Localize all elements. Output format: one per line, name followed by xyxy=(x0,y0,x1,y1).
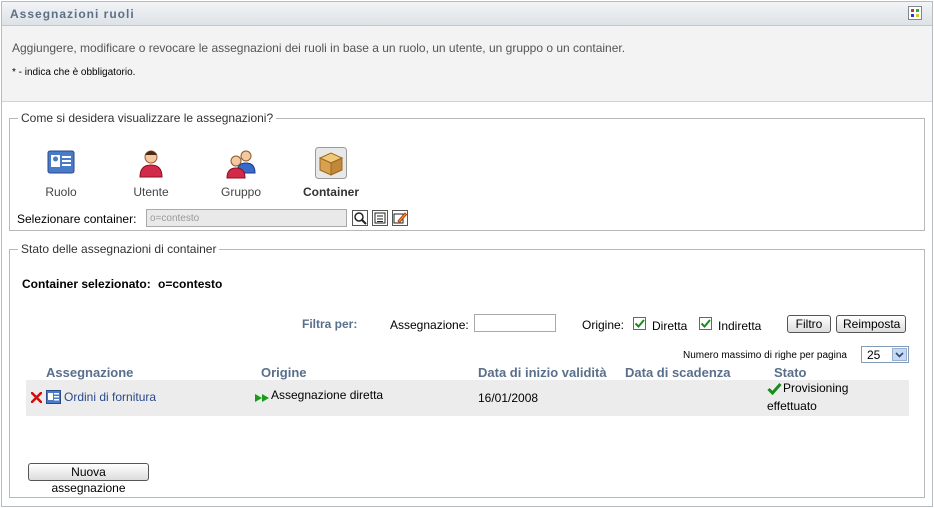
group-icon xyxy=(225,147,257,179)
start-date-value: 16/01/2008 xyxy=(478,391,539,405)
selected-container-label: Container selezionato: xyxy=(22,277,151,291)
user-icon xyxy=(135,147,167,179)
chevron-down-icon[interactable] xyxy=(892,348,907,361)
page-title: Assegnazioni ruoli xyxy=(10,7,135,21)
role-card-icon xyxy=(46,390,61,407)
indirect-label: Indiretta xyxy=(718,319,762,333)
reset-button[interactable]: Reimposta xyxy=(836,315,906,333)
column-header-end-date[interactable]: Data di scadenza xyxy=(625,365,731,380)
view-fieldset: Come si desidera visualizzare le assegna… xyxy=(9,111,925,231)
delete-icon[interactable] xyxy=(30,391,43,406)
status-fieldset: Stato delle assegnazioni di container Co… xyxy=(9,242,925,498)
column-header-assignment[interactable]: Assegnazione xyxy=(46,365,133,380)
panel-menu-icon[interactable] xyxy=(908,6,922,20)
panel-titlebar: Assegnazioni ruoli xyxy=(2,2,932,26)
direct-checkbox[interactable] xyxy=(633,317,646,330)
history-list-icon[interactable] xyxy=(372,210,388,226)
role-assignments-panel: Assegnazioni ruoli Aggiungere, modificar… xyxy=(1,1,933,507)
view-option-group[interactable]: Gruppo xyxy=(211,147,271,199)
container-box-icon xyxy=(315,147,347,179)
edit-pencil-icon[interactable] xyxy=(392,210,408,226)
new-assignment-button[interactable]: Nuova assegnazione xyxy=(28,463,149,495)
max-rows-select[interactable]: 25 xyxy=(861,346,909,363)
intro-section: Aggiungere, modificare o revocare le ass… xyxy=(2,26,932,102)
assignment-filter-input[interactable] xyxy=(474,314,556,332)
view-option-container[interactable]: Container xyxy=(301,147,361,199)
direct-origin-arrow-icon xyxy=(254,392,272,406)
view-option-role[interactable]: Ruolo xyxy=(31,147,91,199)
selected-container: Container selezionato: o=contesto xyxy=(22,277,222,291)
role-card-icon xyxy=(45,147,77,179)
view-option-label: Container xyxy=(302,185,359,199)
intro-description: Aggiungere, modificare o revocare le ass… xyxy=(12,41,626,55)
selected-container-value: o=contesto xyxy=(158,277,223,291)
view-legend: Come si desidera visualizzare le assegna… xyxy=(21,111,274,125)
view-option-user[interactable]: Utente xyxy=(121,147,181,199)
assignment-link[interactable]: Ordini di fornitura xyxy=(64,390,156,404)
filter-by-label: Filtra per: xyxy=(302,317,358,331)
column-header-origin[interactable]: Origine xyxy=(261,365,307,380)
status-line-1: Provisioning xyxy=(783,381,849,395)
direct-label: Diretta xyxy=(652,319,688,333)
view-option-label: Gruppo xyxy=(220,185,262,199)
view-option-label: Ruolo xyxy=(45,185,77,199)
required-note: * - indica che è obbligatorio. xyxy=(12,67,136,78)
search-icon[interactable] xyxy=(352,210,368,226)
view-option-label: Utente xyxy=(133,185,169,199)
check-icon xyxy=(767,382,782,398)
container-label: Selezionare container: xyxy=(17,212,137,226)
table-row: Ordini di fornitura Assegnazione diretta… xyxy=(26,380,909,416)
indirect-checkbox[interactable] xyxy=(699,317,712,330)
status-legend: Stato delle assegnazioni di container xyxy=(21,242,217,256)
column-header-start-date[interactable]: Data di inizio validità xyxy=(478,365,607,380)
status-line-2: effettuato xyxy=(767,399,817,413)
filter-button[interactable]: Filtro xyxy=(787,315,831,333)
assignment-filter-label: Assegnazione: xyxy=(390,318,469,332)
column-header-status[interactable]: Stato xyxy=(774,365,807,380)
origin-value: Assegnazione diretta xyxy=(271,388,384,402)
max-rows-label: Numero massimo di righe per pagina xyxy=(683,350,847,361)
origin-filter-label: Origine: xyxy=(582,318,625,332)
max-rows-value: 25 xyxy=(867,348,881,362)
container-input[interactable] xyxy=(146,209,347,227)
